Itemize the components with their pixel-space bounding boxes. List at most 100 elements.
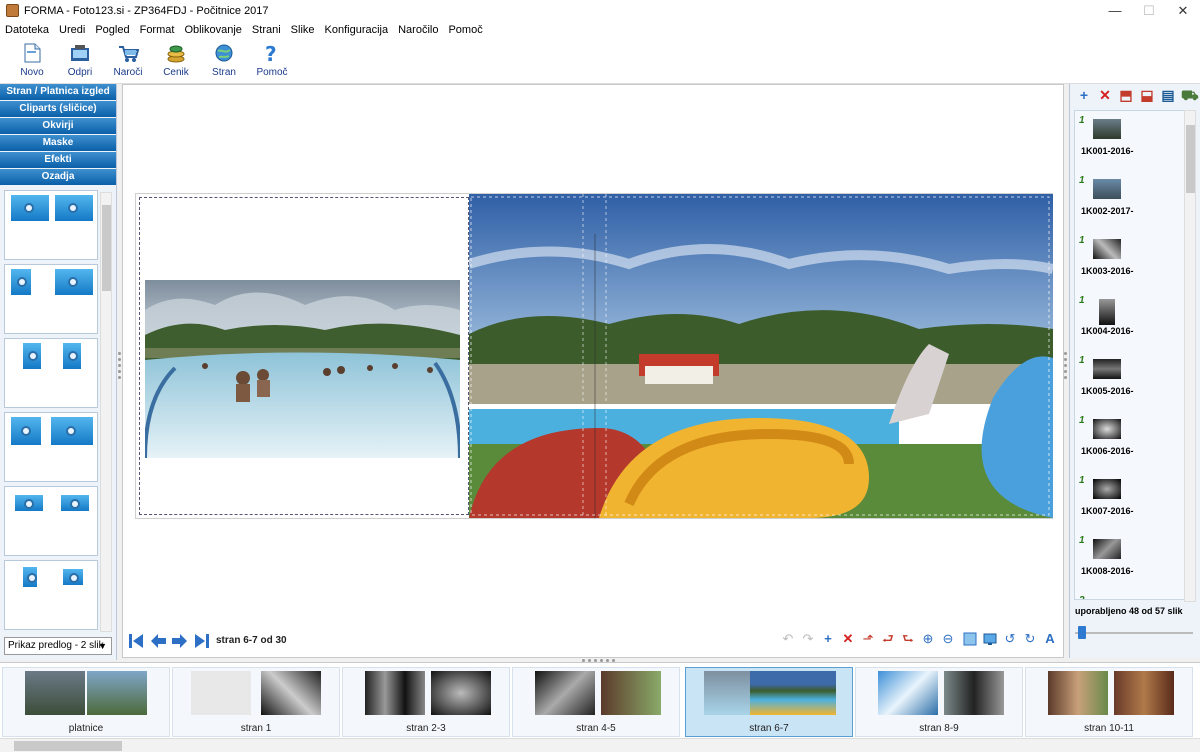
template-item[interactable] [4, 338, 98, 408]
category-backgrounds[interactable]: Ozadja [0, 169, 116, 185]
usage-summary: uporabljeno 48 od 57 slik [1075, 606, 1183, 616]
photo-pool-people[interactable] [145, 280, 460, 458]
last-page-icon[interactable] [193, 632, 211, 650]
rotate-right-icon[interactable]: ↻ [1023, 632, 1037, 646]
photo-settings-icon[interactable]: ⛟ [1181, 87, 1199, 103]
menu-pogled[interactable]: Pogled [90, 22, 134, 38]
menu-konfiguracija[interactable]: Konfiguracija [320, 22, 394, 38]
image-thumbnail [1093, 119, 1121, 139]
rotate-left-icon[interactable]: ↺ [1003, 632, 1017, 646]
category-masks[interactable]: Maske [0, 135, 116, 151]
minimize-button[interactable]: — [1098, 0, 1132, 22]
template-scrollbar[interactable] [100, 192, 112, 632]
zoom-out-icon[interactable]: ⊖ [941, 632, 955, 646]
scrollbar-thumb[interactable] [14, 741, 122, 751]
scrollbar-thumb[interactable] [102, 205, 111, 291]
title-bar: FORMA - Foto123.si - ZP364FDJ - Počitnic… [0, 0, 1200, 22]
preview-icon[interactable] [983, 632, 997, 646]
image-item[interactable]: 1 1K003-2016- [1075, 231, 1185, 291]
zoom-in-icon[interactable]: ⊕ [921, 632, 935, 646]
scanner-icon[interactable]: ▤ [1160, 87, 1176, 103]
image-item[interactable]: 1 1K007-2016- [1075, 471, 1185, 531]
left-splitter[interactable] [118, 352, 122, 382]
open-button[interactable]: Odpri [56, 38, 104, 84]
spread-thumb-8-9[interactable]: stran 8-9 [855, 667, 1023, 737]
order-button[interactable]: Naroči [104, 38, 152, 84]
image-item[interactable]: 1 1K002-2017- [1075, 171, 1185, 231]
category-cliparts[interactable]: Cliparts (sličice) [0, 101, 116, 117]
delete-page-icon[interactable]: ✕ [841, 632, 855, 646]
scrollbar-thumb[interactable] [1186, 125, 1195, 193]
menu-datoteka[interactable]: Datoteka [0, 22, 54, 38]
category-frames[interactable]: Okvirji [0, 118, 116, 134]
image-item[interactable]: 2 [1075, 591, 1185, 599]
template-item[interactable] [4, 264, 98, 334]
spread-strip-scrollbar[interactable] [0, 738, 1200, 752]
website-label: Stran [212, 67, 236, 78]
add-image-icon[interactable]: + [1076, 87, 1092, 103]
thumbnail-size-slider[interactable] [1075, 626, 1193, 640]
redo-icon[interactable]: ↷ [801, 632, 815, 646]
remove-image-icon[interactable]: ✕ [1097, 87, 1113, 103]
close-button[interactable]: ✕ [1166, 0, 1200, 22]
menu-strani[interactable]: Strani [247, 22, 286, 38]
spread-thumb-2-3[interactable]: stran 2-3 [342, 667, 510, 737]
usage-count: 1 [1079, 535, 1085, 546]
image-item[interactable]: 1 1K001-2016- [1075, 111, 1185, 171]
spread-thumb-4-5[interactable]: stran 4-5 [512, 667, 680, 737]
menu-narocilo[interactable]: Naročilo [393, 22, 443, 38]
cart-icon [117, 42, 139, 64]
text-tool-icon[interactable]: A [1043, 632, 1057, 646]
menu-uredi[interactable]: Uredi [54, 22, 90, 38]
right-splitter[interactable] [1064, 352, 1068, 382]
category-page-cover[interactable]: Stran / Platnica izgled [0, 84, 116, 100]
template-item[interactable] [4, 486, 98, 556]
image-panel: + ✕ ⬒ ⬓ ▤ ⛟ 1 1K001-2016- 1 1K002-2017- … [1069, 84, 1200, 658]
page-spread [135, 193, 1053, 519]
spread-thumb-10-11[interactable]: stran 10-11 [1025, 667, 1193, 737]
image-name: 1K007-2016- [1081, 506, 1134, 516]
previous-page-icon[interactable] [149, 632, 167, 650]
template-item[interactable] [4, 190, 98, 260]
image-toolbar: + ✕ ⬒ ⬓ ▤ ⛟ [1072, 87, 1199, 107]
template-item[interactable] [4, 560, 98, 630]
menu-slike[interactable]: Slike [286, 22, 320, 38]
add-page-icon[interactable]: + [821, 632, 835, 646]
image-list-scrollbar[interactable] [1184, 110, 1196, 602]
order-label: Naroči [113, 67, 143, 78]
spread-label: platnice [68, 723, 104, 734]
image-item[interactable]: 1 1K005-2016- [1075, 351, 1185, 411]
first-page-icon[interactable] [127, 632, 145, 650]
move-page-left-icon[interactable]: ⮐ [881, 632, 895, 646]
menu-pomoc[interactable]: Pomoč [443, 22, 487, 38]
export-image-icon[interactable]: ⬓ [1139, 87, 1155, 103]
photo-water-park[interactable] [469, 194, 1053, 518]
toolbar: Novo Odpri Naroči Cenik Stran ? Pomoč [0, 38, 1200, 84]
image-item[interactable]: 1 1K004-2016- [1075, 291, 1185, 351]
import-image-icon[interactable]: ⬒ [1118, 87, 1134, 103]
spread-thumb-1[interactable]: stran 1 [172, 667, 340, 737]
website-button[interactable]: Stran [200, 38, 248, 84]
fit-page-icon[interactable] [963, 632, 977, 646]
template-item[interactable] [4, 412, 98, 482]
usage-count: 1 [1079, 235, 1085, 246]
menu-oblikovanje[interactable]: Oblikovanje [179, 22, 246, 38]
maximize-button[interactable]: ☐ [1132, 0, 1166, 22]
menu-format[interactable]: Format [135, 22, 180, 38]
spread-label: stran 4-5 [576, 723, 616, 734]
move-page-right-icon[interactable]: ⮑ [901, 632, 915, 646]
image-item[interactable]: 1 1K008-2016- [1075, 531, 1185, 591]
spread-thumb-cover[interactable]: platnice [2, 667, 170, 737]
template-layout-select[interactable]: Prikaz predlog - 2 slik ▼ [4, 637, 112, 655]
category-effects[interactable]: Efekti [0, 152, 116, 168]
help-button[interactable]: ? Pomoč [248, 38, 296, 84]
image-item[interactable]: 1 1K006-2016- [1075, 411, 1185, 471]
spread-thumb-6-7[interactable]: stran 6-7 [685, 667, 853, 737]
new-button[interactable]: Novo [8, 38, 56, 84]
slider-handle[interactable] [1078, 626, 1086, 639]
undo-icon[interactable]: ↶ [781, 632, 795, 646]
pricelist-button[interactable]: Cenik [152, 38, 200, 84]
next-page-icon[interactable] [171, 632, 189, 650]
image-thumbnail [1093, 539, 1121, 559]
insert-page-icon[interactable]: ⬏ [861, 632, 875, 646]
